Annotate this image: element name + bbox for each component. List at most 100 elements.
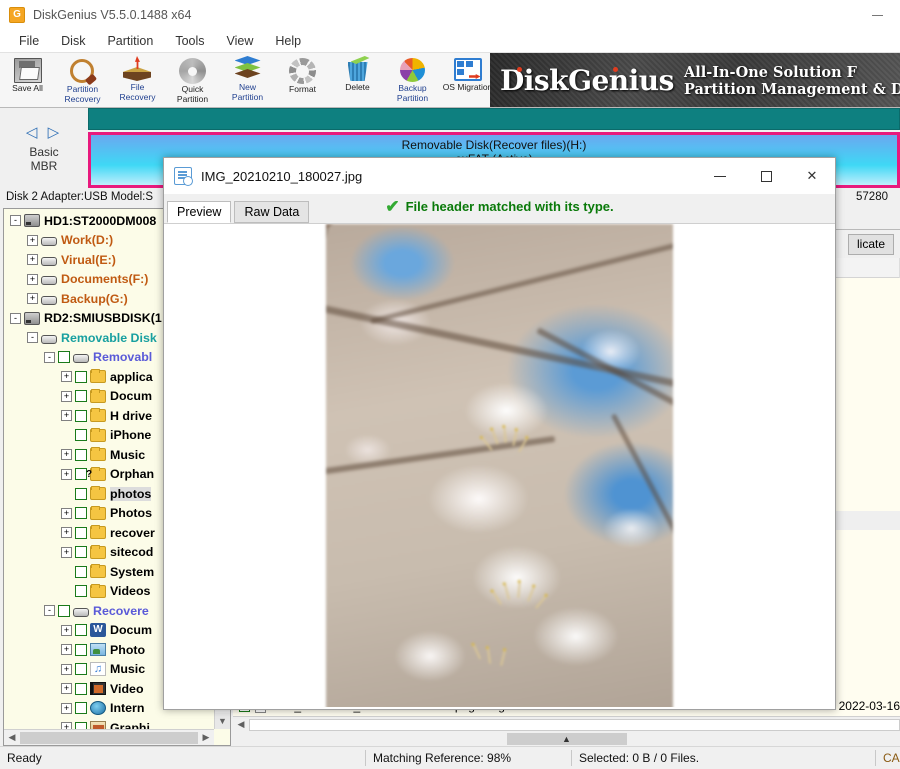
tree-toggle-placeholder — [61, 430, 72, 441]
tree-collapse-toggle[interactable]: - — [27, 332, 38, 343]
tree-expand-toggle[interactable]: + — [27, 293, 38, 304]
tree-item-checkbox[interactable] — [75, 663, 87, 675]
tree-scroll-left-button[interactable]: ◀ — [4, 732, 20, 743]
toolbar-file-recovery-button[interactable]: File Recovery — [110, 53, 165, 108]
dialog-minimize-button[interactable] — [697, 158, 743, 194]
tree-item-checkbox[interactable] — [75, 449, 87, 461]
find-duplicate-button[interactable]: licate — [848, 234, 894, 255]
menu-item-disk[interactable]: Disk — [50, 32, 96, 51]
file-list-horizontal-scrollbar[interactable]: ◀ — [233, 716, 900, 732]
tree-item-checkbox[interactable] — [75, 585, 87, 597]
tree-item-checkbox[interactable] — [75, 644, 87, 656]
minimize-button[interactable] — [854, 0, 900, 30]
dialog-title: IMG_20210210_180027.jpg — [201, 169, 362, 184]
tree-item-checkbox[interactable] — [75, 507, 87, 519]
tree-item-label: System — [110, 565, 154, 579]
tree-expand-toggle[interactable]: + — [61, 703, 72, 714]
tree-item-checkbox[interactable] — [75, 488, 87, 500]
tree-expand-toggle[interactable]: + — [61, 625, 72, 636]
main-toolbar: Save All Partition Recovery File Recover… — [0, 52, 900, 108]
tree-item-checkbox[interactable] — [75, 527, 87, 539]
banner-tagline-line1: All-In-One Solution F — [684, 64, 900, 81]
toolbar-new-partition-button[interactable]: New Partition — [220, 53, 275, 108]
file-list-hscroll-thumb[interactable] — [249, 719, 900, 731]
tree-expand-toggle[interactable]: + — [61, 527, 72, 538]
tree-expand-toggle[interactable]: + — [61, 449, 72, 460]
menu-item-view[interactable]: View — [216, 32, 265, 51]
tree-scroll-right-button[interactable]: ▶ — [198, 732, 214, 743]
tree-item-checkbox[interactable] — [75, 683, 87, 695]
toolbar-save-all-button[interactable]: Save All — [0, 53, 55, 108]
tree-expand-toggle[interactable]: + — [61, 644, 72, 655]
tree-collapse-toggle[interactable]: - — [44, 605, 55, 616]
tree-item-checkbox[interactable] — [75, 410, 87, 422]
toolbar-delete-button[interactable]: Delete — [330, 53, 385, 108]
tree-collapse-toggle[interactable]: - — [10, 313, 21, 324]
menu-item-tools[interactable]: Tools — [164, 32, 215, 51]
status-matching-reference: Matching Reference: 98% — [366, 747, 571, 769]
dialog-window-controls: ✕ — [697, 158, 835, 194]
graphic-file-icon — [90, 721, 106, 729]
tree-item-checkbox[interactable] — [58, 605, 70, 617]
tree-expand-toggle[interactable]: + — [61, 683, 72, 694]
tree-expand-toggle[interactable]: + — [61, 722, 72, 729]
disk-overview-bar[interactable] — [88, 108, 900, 130]
backup-partition-icon — [399, 57, 426, 83]
partition-icon — [41, 276, 57, 285]
tree-expand-toggle[interactable]: + — [61, 664, 72, 675]
toolbar-partition-recovery-label2: Recovery — [65, 95, 101, 105]
window-title: DiskGenius V5.5.0.1488 x64 — [33, 8, 191, 22]
dialog-titlebar: IMG_20210210_180027.jpg ✕ — [164, 158, 835, 194]
tree-expand-toggle[interactable]: + — [27, 235, 38, 246]
banner-dot-2 — [613, 67, 618, 72]
dialog-maximize-button[interactable] — [743, 158, 789, 194]
tree-hscroll-thumb[interactable] — [20, 732, 198, 744]
toolbar-backup-partition-button[interactable]: Backup Partition — [385, 53, 440, 108]
tree-item-checkbox[interactable] — [58, 351, 70, 363]
tree-item-graphi[interactable]: + Graphi — [4, 718, 214, 729]
tree-item-label: recover — [110, 526, 155, 540]
menu-item-file[interactable]: File — [8, 32, 50, 51]
tree-collapse-toggle[interactable]: - — [44, 352, 55, 363]
toolbar-quick-partition-button[interactable]: Quick Partition — [165, 53, 220, 108]
tree-expand-toggle[interactable]: + — [61, 371, 72, 382]
partition-icon — [41, 335, 57, 344]
tree-item-checkbox[interactable] — [75, 624, 87, 636]
splitter-grip[interactable] — [507, 733, 627, 745]
toolbar-format-button[interactable]: Format — [275, 53, 330, 108]
tree-item-checkbox[interactable] — [75, 371, 87, 383]
menu-item-help[interactable]: Help — [264, 32, 312, 51]
toolbar-delete-label: Delete — [345, 83, 370, 93]
tree-scroll-down-button[interactable]: ▼ — [215, 713, 230, 729]
file-list-scroll-left-button[interactable]: ◀ — [233, 719, 249, 730]
folder-icon — [90, 429, 106, 442]
tree-horizontal-scrollbar[interactable]: ◀ ▶ — [4, 729, 214, 745]
tree-item-label: Graphi — [110, 721, 150, 729]
status-selected: Selected: 0 B / 0 Files. — [572, 747, 875, 769]
tree-expand-toggle[interactable]: + — [61, 547, 72, 558]
tree-expand-toggle[interactable]: + — [61, 469, 72, 480]
tree-item-checkbox[interactable] — [75, 702, 87, 714]
tree-item-checkbox[interactable] — [75, 390, 87, 402]
tree-expand-toggle[interactable]: + — [27, 254, 38, 265]
folder-icon — [90, 507, 106, 520]
tree-item-label: Removable Disk — [61, 331, 157, 345]
tree-expand-toggle[interactable]: + — [61, 391, 72, 402]
tree-item-checkbox[interactable] — [75, 566, 87, 578]
tree-item-checkbox[interactable] — [75, 546, 87, 558]
tree-item-checkbox[interactable] — [75, 429, 87, 441]
tree-item-checkbox[interactable] — [75, 722, 87, 729]
menu-item-partition[interactable]: Partition — [96, 32, 164, 51]
tree-expand-toggle[interactable]: + — [27, 274, 38, 285]
toolbar-os-migration-button[interactable]: OS Migration — [440, 53, 495, 108]
tree-item-label: Work(D:) — [61, 233, 113, 247]
toolbar-partition-recovery-button[interactable]: Partition Recovery — [55, 53, 110, 108]
file-header-status: ✔ File header matched with its type. — [164, 198, 835, 215]
file-list-splitter[interactable] — [233, 732, 900, 746]
partition-icon — [41, 296, 57, 305]
dialog-close-button[interactable]: ✕ — [789, 158, 835, 194]
tree-collapse-toggle[interactable]: - — [10, 215, 21, 226]
disk-nav-arrows[interactable]: ◁ ▷ — [26, 123, 62, 141]
tree-expand-toggle[interactable]: + — [61, 410, 72, 421]
tree-expand-toggle[interactable]: + — [61, 508, 72, 519]
